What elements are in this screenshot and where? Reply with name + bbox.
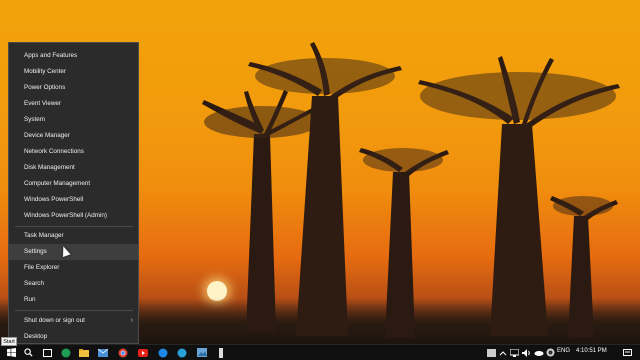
photo-app-icon[interactable]	[196, 347, 207, 358]
edge-icon[interactable]	[60, 347, 71, 358]
menu-item-network-connections[interactable]: Network Connections	[9, 144, 138, 160]
menu-item-mobility-center[interactable]: Mobility Center	[9, 64, 138, 80]
taskbar: ENG 4:10:51 PM	[0, 344, 640, 360]
menu-item-event-viewer[interactable]: Event Viewer	[9, 96, 138, 112]
notifications-icon[interactable]	[622, 347, 633, 358]
app-icon[interactable]	[157, 347, 168, 358]
chevron-right-icon: ›	[130, 317, 133, 324]
menu-item-disk-management[interactable]: Disk Management	[9, 160, 138, 176]
menu-item-shut-down-or-sign-out[interactable]: Shut down or sign out ›	[9, 313, 138, 329]
menu-item-device-manager[interactable]: Device Manager	[9, 128, 138, 144]
windows-logo-icon[interactable]	[6, 347, 17, 358]
onedrive-icon[interactable]	[533, 347, 544, 358]
menu-item-settings[interactable]: Settings	[9, 244, 138, 260]
mail-icon[interactable]	[97, 347, 108, 358]
menu-item-apps-and-features[interactable]: Apps and Features	[9, 48, 138, 64]
youtube-icon[interactable]	[137, 347, 148, 358]
task-view-icon[interactable]	[42, 347, 53, 358]
file-explorer-icon[interactable]	[78, 347, 89, 358]
system-clock[interactable]: 4:10:51 PM	[576, 348, 607, 354]
baobab-tree-5	[550, 196, 618, 338]
menu-item-run[interactable]: Run	[9, 292, 138, 308]
menu-item-search[interactable]: Search	[9, 276, 138, 292]
search-icon[interactable]	[23, 347, 34, 358]
app-tray-icon[interactable]	[545, 347, 556, 358]
chrome-icon[interactable]	[117, 347, 128, 358]
desktop-wallpaper: Apps and Features Mobility Center Power …	[0, 0, 640, 344]
photo-icon[interactable]	[486, 347, 497, 358]
chevron-up-icon[interactable]	[497, 347, 508, 358]
input-language[interactable]: ENG	[557, 348, 570, 354]
menu-item-system[interactable]: System	[9, 112, 138, 128]
volume-icon[interactable]	[521, 347, 532, 358]
menu-item-power-options[interactable]: Power Options	[9, 80, 138, 96]
menu-separator	[15, 226, 133, 227]
menu-item-file-explorer[interactable]: File Explorer	[9, 260, 138, 276]
menu-item-desktop[interactable]: Desktop	[9, 329, 138, 344]
menu-item-windows-powershell[interactable]: Windows PowerShell	[9, 192, 138, 208]
menu-item-task-manager[interactable]: Task Manager	[9, 228, 138, 244]
menu-item-label: Shut down or sign out	[24, 317, 85, 324]
network-icon[interactable]	[509, 347, 520, 358]
winx-power-user-menu: Apps and Features Mobility Center Power …	[8, 42, 139, 344]
app-icon[interactable]	[215, 347, 226, 358]
menu-separator	[15, 310, 133, 311]
menu-item-computer-management[interactable]: Computer Management	[9, 176, 138, 192]
menu-item-windows-powershell-admin[interactable]: Windows PowerShell (Admin)	[9, 208, 138, 224]
start-tooltip: Start	[1, 337, 17, 346]
app-icon[interactable]	[176, 347, 187, 358]
